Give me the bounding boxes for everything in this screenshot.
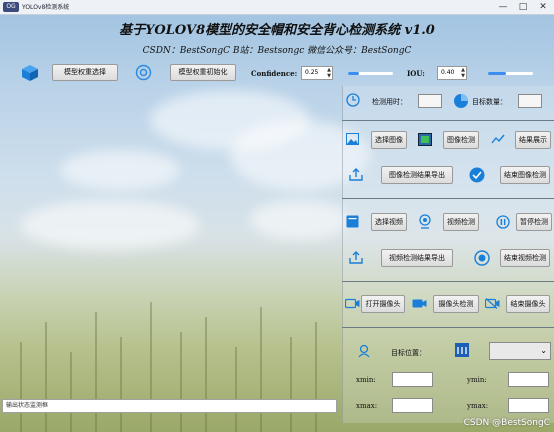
ymax-field: [508, 398, 549, 413]
iou-slider[interactable]: [488, 72, 533, 75]
divider: [342, 327, 554, 328]
end-image-detect-button[interactable]: 结束图像检测: [500, 166, 550, 184]
model-init-button[interactable]: 模型权重初始化: [170, 64, 236, 81]
spin-arrows-icon[interactable]: ▲ ▼: [327, 67, 331, 79]
model-select-button[interactable]: 模型权重选择: [52, 64, 118, 81]
camera-detect-button[interactable]: 摄像头检测: [433, 295, 479, 313]
confidence-slider-fill: [348, 72, 360, 75]
show-result-button[interactable]: 结果展示: [515, 131, 551, 149]
pie-chart-icon: [453, 93, 469, 109]
select-video-button[interactable]: 选择视频: [371, 213, 407, 231]
watermark: CSDN @BestSongC: [463, 418, 550, 428]
location-icon: [357, 344, 371, 358]
confidence-label: Confidence:: [251, 69, 298, 78]
end-video-detect-button[interactable]: 结束视频检测: [500, 249, 550, 267]
status-output-box: 输出状态监测框: [2, 399, 337, 413]
xmin-label: xmin:: [356, 376, 376, 384]
divider: [342, 120, 554, 121]
open-camera-button[interactable]: 打开摄像头: [361, 295, 405, 313]
stop-circle-icon: [474, 250, 490, 266]
app-logo: OG: [3, 2, 19, 12]
confidence-slider[interactable]: [348, 72, 393, 75]
maximize-icon[interactable]: □: [514, 1, 532, 13]
iou-spinbox[interactable]: 0.40 ▲ ▼: [437, 66, 467, 80]
target-select[interactable]: ⌄: [489, 342, 551, 360]
check-circle-icon: [469, 167, 485, 183]
pause-icon: [496, 215, 510, 229]
trend-chart-icon: [491, 133, 505, 145]
spin-arrows-icon[interactable]: ▲ ▼: [461, 67, 465, 79]
page-title: 基于YOLOV8模型的安全帽和安全背心检测系统 v1.0: [119, 23, 435, 38]
confidence-value: 0.25: [305, 69, 319, 76]
divider: [342, 281, 554, 282]
time-display: [418, 94, 442, 108]
camera-off-icon: [484, 298, 500, 309]
select-image-button[interactable]: 选择图像: [371, 131, 407, 149]
export-image-result-button[interactable]: 图像检测结果导出: [381, 166, 453, 184]
video-detect-button[interactable]: 视频检测: [443, 213, 479, 231]
iou-value: 0.40: [441, 69, 455, 76]
ymin-field: [508, 372, 549, 387]
camera-icon: [344, 298, 360, 309]
xmax-field: [392, 398, 433, 413]
image-detect-icon: [418, 133, 432, 146]
confidence-spinbox[interactable]: 0.25 ▲ ▼: [301, 66, 333, 80]
count-display: [518, 94, 542, 108]
page-subtitle: CSDN：BestSongC B站：Bestsongc 微信公众号：BestSo…: [142, 46, 412, 56]
gear-icon: [135, 64, 152, 81]
video-camera-icon: [412, 298, 427, 309]
iou-label: IOU:: [407, 69, 425, 78]
iou-slider-fill: [488, 72, 506, 75]
xmin-field: [392, 372, 433, 387]
image-detect-button[interactable]: 图像检测: [443, 131, 479, 149]
cube-icon: [21, 64, 39, 82]
target-position-label: 目标位置：: [391, 349, 426, 357]
count-label: 目标数量：: [472, 98, 507, 106]
minimize-icon[interactable]: —: [494, 1, 512, 13]
end-camera-button[interactable]: 结束摄像头: [506, 295, 550, 313]
export-video-result-button[interactable]: 视频检测结果导出: [381, 249, 453, 267]
close-icon[interactable]: ✕: [534, 1, 552, 13]
video-detect-icon: [418, 214, 432, 229]
upload-icon: [349, 251, 363, 264]
window-titlebar: OG YOLOv8检测系统 — □ ✕: [0, 0, 554, 15]
pause-detect-button[interactable]: 暂停检测: [516, 213, 552, 231]
xmax-label: xmax:: [356, 402, 378, 410]
clock-icon: [346, 93, 360, 107]
window-title: YOLOv8检测系统: [22, 4, 70, 11]
image-icon: [346, 133, 359, 145]
divider: [342, 198, 554, 199]
video-file-icon: [346, 215, 359, 228]
upload-icon: [349, 168, 363, 181]
ymax-label: ymax:: [467, 402, 489, 410]
target-list-icon: [455, 343, 469, 357]
ymin-label: ymin:: [467, 376, 487, 384]
time-label: 检测用时：: [372, 98, 407, 106]
chevron-down-icon[interactable]: ⌄: [540, 346, 547, 355]
